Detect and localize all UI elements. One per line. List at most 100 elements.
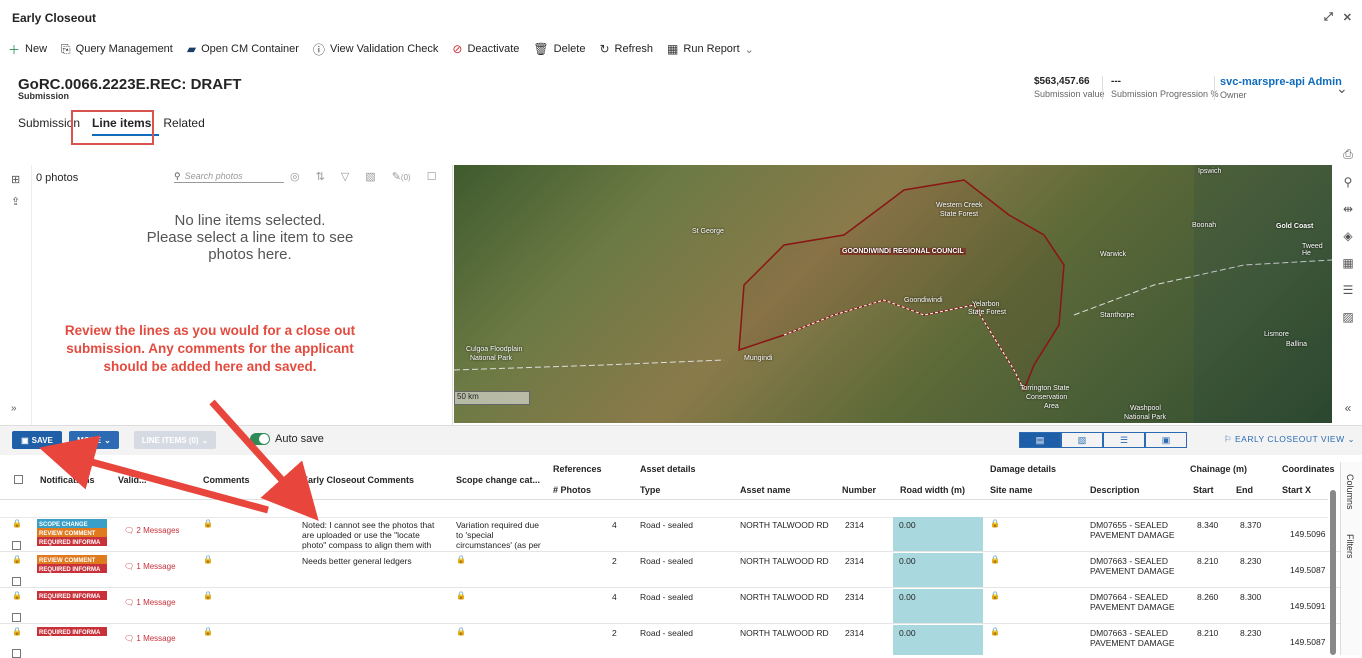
search-photos-input[interactable]: ⚲ Search photos bbox=[174, 171, 284, 183]
image-icon[interactable]: ▨ bbox=[1342, 310, 1353, 324]
road-width-cell[interactable]: 0.00 bbox=[893, 517, 983, 551]
photo-view-button[interactable]: ▧ bbox=[1061, 432, 1103, 448]
attach-icon[interactable]: ✎(0) bbox=[392, 170, 411, 183]
owner-link[interactable]: svc-marspre-api Admin bbox=[1220, 76, 1342, 88]
list-icon[interactable]: ☰ bbox=[1343, 283, 1354, 297]
group-coordinates: Coordinates bbox=[1282, 464, 1335, 474]
early-closeout-comment[interactable]: Noted: I cannot see the photos that are … bbox=[302, 520, 442, 550]
save-button[interactable]: ▣ SAVE bbox=[12, 431, 62, 449]
save-icon: ▣ bbox=[21, 435, 29, 445]
locate-compass-icon[interactable]: ◎ bbox=[290, 170, 300, 183]
row-checkbox[interactable] bbox=[12, 541, 21, 550]
expand-header-chevron-icon[interactable]: ⌄ bbox=[1336, 80, 1348, 97]
window-title-bar: Early Closeout ⤢ ✕ bbox=[0, 0, 1362, 36]
measure-icon[interactable]: ⇹ bbox=[1343, 202, 1353, 216]
row-checkbox[interactable] bbox=[12, 649, 21, 658]
col-road-width[interactable]: Road width (m) bbox=[900, 485, 965, 495]
print-icon[interactable]: ⎙ bbox=[1343, 147, 1353, 162]
asset-number: 2314 bbox=[845, 592, 864, 602]
auto-save-toggle[interactable] bbox=[250, 433, 270, 445]
messages-link[interactable]: 🗨 2 Messages bbox=[124, 526, 180, 536]
col-type[interactable]: Type bbox=[640, 485, 660, 495]
early-closeout-comment[interactable]: Needs better general ledgers bbox=[302, 556, 442, 566]
view-selector[interactable]: ⚐ EARLY CLOSEOUT VIEW ⌄ bbox=[1224, 434, 1355, 445]
messages-link[interactable]: 🗨 1 Message bbox=[124, 634, 176, 644]
close-icon[interactable]: ✕ bbox=[1343, 11, 1352, 24]
image-icon[interactable]: ▧ bbox=[365, 170, 375, 183]
grid-view-button[interactable]: ▤ bbox=[1019, 432, 1061, 448]
col-notifications[interactable]: Notifications bbox=[40, 475, 95, 485]
col-number[interactable]: Number bbox=[842, 485, 876, 495]
col-start-x[interactable]: Start X bbox=[1282, 485, 1311, 495]
satellite-map[interactable]: Ipswich Western Creek State Forest St Ge… bbox=[454, 165, 1332, 423]
record-type: Submission bbox=[18, 91, 70, 101]
col-site-name[interactable]: Site name bbox=[990, 485, 1033, 495]
expand-panel-icon[interactable]: » bbox=[11, 403, 17, 414]
collapse-panel-icon[interactable]: « bbox=[1345, 401, 1352, 415]
col-start[interactable]: Start bbox=[1193, 485, 1214, 495]
expand-icon[interactable]: ⤢ bbox=[1324, 11, 1333, 24]
submission-progression-field: --- Submission Progression % bbox=[1111, 76, 1219, 99]
deactivate-button[interactable]: ⊘ Deactivate bbox=[452, 42, 519, 56]
road-width-cell[interactable]: 0.00 bbox=[893, 589, 983, 623]
select-all-rows-checkbox[interactable] bbox=[14, 475, 23, 484]
table-row[interactable]: 🔒 REQUIRED INFORMA 🗨 1 Message 🔒 🔒 4 Roa… bbox=[0, 589, 1340, 624]
select-all-checkbox[interactable]: ☐ bbox=[427, 170, 437, 183]
table-row[interactable]: 🔒 REVIEW COMMENT REQUIRED INFORMA 🗨 1 Me… bbox=[0, 553, 1340, 588]
row-checkbox[interactable] bbox=[12, 613, 21, 622]
tab-related[interactable]: Related bbox=[163, 116, 212, 136]
columns-tab[interactable]: Columns bbox=[1345, 474, 1355, 510]
zoom-icon[interactable]: ⚲ bbox=[1344, 175, 1353, 189]
messages-link[interactable]: 🗨 1 Message bbox=[124, 598, 176, 608]
notification-badges: SCOPE CHANGE REVIEW COMMENT REQUIRED INF… bbox=[37, 519, 107, 546]
col-comments[interactable]: Comments bbox=[203, 475, 250, 485]
query-management-button[interactable]: ⎘ Query Management bbox=[61, 42, 173, 57]
row-checkbox[interactable] bbox=[12, 577, 21, 586]
col-validation[interactable]: Valid... bbox=[118, 475, 147, 485]
col-photos[interactable]: # Photos bbox=[553, 485, 591, 495]
status-badge: REVIEW COMMENT bbox=[37, 555, 107, 564]
owner-field: svc-marspre-api Admin Owner bbox=[1220, 76, 1342, 100]
col-asset-name[interactable]: Asset name bbox=[740, 485, 791, 495]
messages-link[interactable]: 🗨 1 Message bbox=[124, 562, 176, 572]
table-row[interactable]: 🔒 REQUIRED INFORMA 🗨 1 Message 🔒 🔒 2 Roa… bbox=[0, 625, 1340, 658]
grid-scrollbar[interactable] bbox=[1328, 490, 1338, 655]
grid-icon[interactable]: ▦ bbox=[1342, 256, 1353, 270]
refresh-icon: ↻ bbox=[599, 42, 610, 56]
col-end[interactable]: End bbox=[1236, 485, 1253, 495]
refresh-button[interactable]: ↻ Refresh bbox=[599, 42, 653, 56]
upload-icon[interactable]: ⇪ bbox=[11, 195, 20, 208]
road-width-cell[interactable]: 0.00 bbox=[893, 553, 983, 587]
col-scope-change[interactable]: Scope change cat... bbox=[456, 475, 540, 485]
run-report-button[interactable]: ▦ Run Report ⌄ bbox=[667, 42, 754, 56]
container-icon: ▰ bbox=[186, 42, 197, 56]
col-description[interactable]: Description bbox=[1090, 485, 1140, 495]
col-early-closeout-comments[interactable]: Early Closeout Comments bbox=[302, 475, 414, 485]
delete-button[interactable]: 🗑 Delete bbox=[533, 42, 585, 56]
scrollbar-thumb[interactable] bbox=[1330, 490, 1336, 655]
status-badge: REQUIRED INFORMA bbox=[37, 564, 107, 573]
damage-description: DM07655 - SEALED PAVEMENT DAMAGE bbox=[1090, 520, 1175, 540]
new-button[interactable]: ＋ New bbox=[8, 41, 47, 58]
sort-icon[interactable]: ⇅ bbox=[316, 170, 325, 183]
view-validation-check-button[interactable]: ⓘ View Validation Check bbox=[313, 41, 438, 58]
asset-name: NORTH TALWOOD RD bbox=[740, 556, 829, 566]
layers-icon[interactable]: ◈ bbox=[1343, 229, 1352, 243]
road-width-cell[interactable]: 0.00 bbox=[893, 625, 983, 655]
filter-icon[interactable]: ▽ bbox=[341, 170, 349, 183]
asset-name: NORTH TALWOOD RD bbox=[740, 628, 829, 638]
map-view-button[interactable]: ▣ bbox=[1145, 432, 1187, 448]
notification-badges: REQUIRED INFORMA bbox=[37, 591, 107, 600]
table-row[interactable]: 🔒 SCOPE CHANGE REVIEW COMMENT REQUIRED I… bbox=[0, 517, 1340, 552]
map-tools: ⎙ ⚲ ⇹ ◈ ▦ ☰ ▨ « bbox=[1334, 145, 1362, 425]
open-cm-container-button[interactable]: ▰ Open CM Container bbox=[187, 42, 299, 56]
pin-icon: ⚐ bbox=[1224, 434, 1235, 444]
chevron-down-icon: ⌄ bbox=[1344, 434, 1356, 444]
filters-tab[interactable]: Filters bbox=[1345, 534, 1355, 559]
list-view-button[interactable]: ☰ bbox=[1103, 432, 1145, 448]
lock-icon: 🔒 bbox=[12, 591, 22, 600]
gallery-icon[interactable]: ⊞ bbox=[11, 173, 20, 186]
line-items-button[interactable]: LINE ITEMS (0) ⌄ bbox=[134, 431, 216, 449]
photos-count: 0 photos bbox=[36, 172, 79, 184]
more-button[interactable]: MORE ⌄ bbox=[69, 431, 119, 449]
